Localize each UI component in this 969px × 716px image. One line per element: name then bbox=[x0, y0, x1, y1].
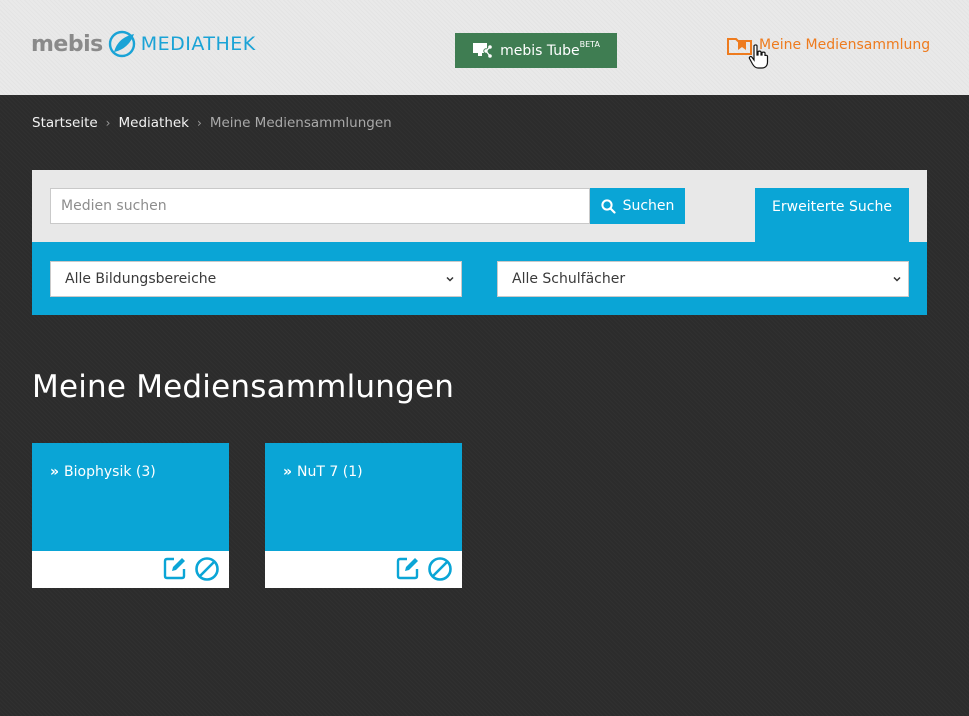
collection-card-header[interactable]: » Biophysik (3) bbox=[32, 443, 229, 551]
search-button-label: Suchen bbox=[622, 198, 675, 214]
header: mebis MEDIATHEK mebis Tube BETA Meine Med… bbox=[0, 0, 969, 95]
leaf-icon bbox=[108, 30, 135, 58]
collection-title: Biophysik (3) bbox=[64, 464, 156, 480]
tube-label: mebis Tube bbox=[500, 42, 580, 59]
collection-card[interactable]: » Biophysik (3) bbox=[32, 443, 229, 588]
ban-icon[interactable] bbox=[194, 556, 220, 582]
subject-select[interactable]: Alle Schulfächer bbox=[497, 261, 909, 297]
chevron-down-icon bbox=[893, 276, 901, 282]
breadcrumb-separator: › bbox=[197, 116, 202, 130]
page-title: Meine Mediensammlungen bbox=[32, 369, 455, 405]
share-screen-icon bbox=[473, 42, 492, 58]
collection-card-actions bbox=[32, 551, 229, 588]
search-icon bbox=[600, 198, 616, 214]
collection-link-label: Meine Mediensammlung bbox=[759, 37, 931, 53]
breadcrumb-home[interactable]: Startseite bbox=[32, 115, 98, 131]
breadcrumb-current: Meine Mediensammlungen bbox=[209, 115, 392, 131]
education-level-select[interactable]: Alle Bildungsbereiche bbox=[50, 261, 462, 297]
advanced-search-button[interactable]: Erweiterte Suche bbox=[755, 188, 909, 242]
breadcrumb-separator: › bbox=[105, 116, 111, 130]
collection-card[interactable]: » NuT 7 (1) bbox=[265, 443, 462, 588]
logo-brand: mebis bbox=[31, 31, 103, 57]
subject-value: Alle Schulfächer bbox=[512, 271, 626, 287]
mebis-tube-button[interactable]: mebis Tube BETA bbox=[455, 33, 617, 68]
search-input[interactable] bbox=[50, 188, 590, 224]
collection-card-header[interactable]: » NuT 7 (1) bbox=[265, 443, 462, 551]
chevron-down-icon bbox=[446, 276, 454, 282]
tube-badge: BETA bbox=[579, 40, 600, 49]
search-button[interactable]: Suchen bbox=[590, 188, 685, 224]
search-panel: Suchen Erweiterte Suche bbox=[32, 170, 927, 242]
double-chevron-icon: » bbox=[50, 464, 60, 480]
breadcrumb: Startseite › Mediathek › Meine Mediensam… bbox=[32, 115, 392, 131]
edit-icon[interactable] bbox=[396, 556, 420, 580]
edit-icon[interactable] bbox=[163, 556, 187, 580]
ban-icon[interactable] bbox=[427, 556, 453, 582]
double-chevron-icon: » bbox=[283, 464, 293, 480]
hand-cursor-icon bbox=[748, 44, 769, 69]
filter-bar: Alle Bildungsbereiche Alle Schulfächer bbox=[32, 242, 927, 315]
education-level-value: Alle Bildungsbereiche bbox=[65, 271, 217, 287]
mebis-logo[interactable]: mebis MEDIATHEK bbox=[31, 28, 256, 60]
breadcrumb-mediathek[interactable]: Mediathek bbox=[118, 115, 189, 131]
collection-card-actions bbox=[265, 551, 462, 588]
advanced-search-label: Erweiterte Suche bbox=[772, 199, 892, 215]
logo-product: MEDIATHEK bbox=[140, 33, 256, 55]
collection-title: NuT 7 (1) bbox=[297, 464, 363, 480]
